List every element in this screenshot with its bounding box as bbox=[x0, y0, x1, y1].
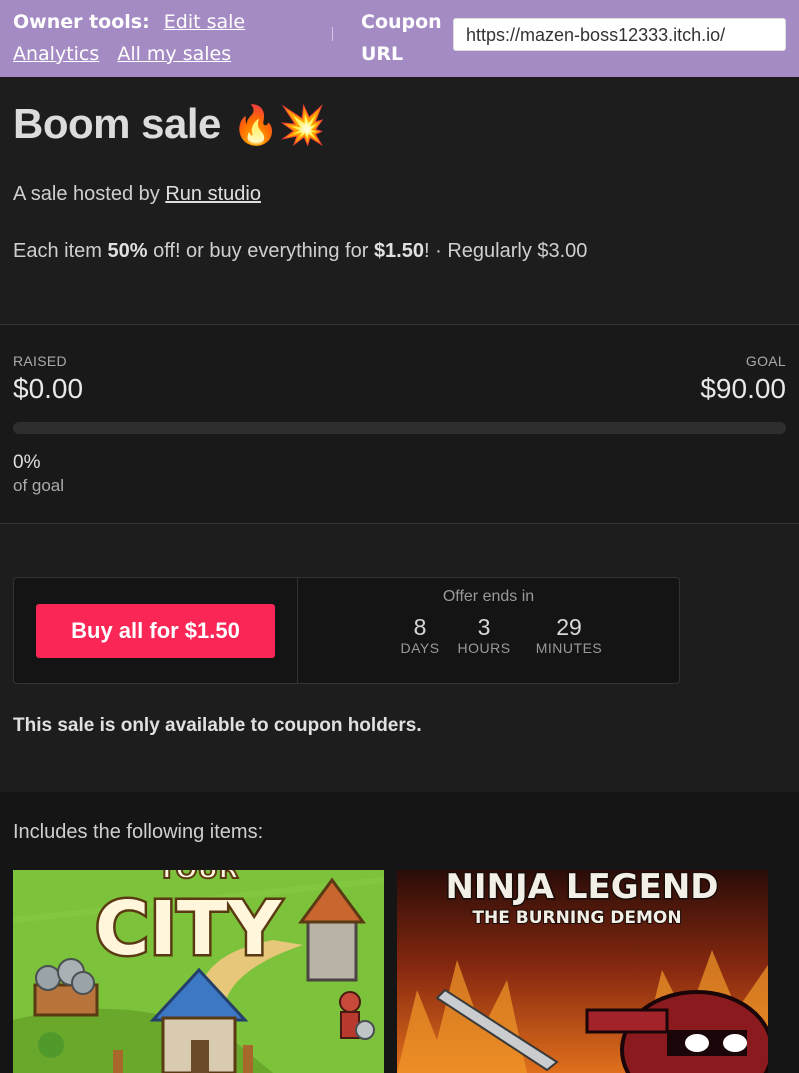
ninja-legend-cover-image: NINJA LEGEND THE BURNING DEMON bbox=[397, 870, 768, 1073]
host-link[interactable]: Run studio bbox=[165, 183, 261, 205]
countdown-minutes: 29 MINUTES bbox=[520, 614, 618, 656]
bundle-price: $1.50 bbox=[373, 240, 424, 262]
city-title-text: CITY bbox=[95, 886, 282, 972]
buy-button-cell: Buy all for $1.50 bbox=[14, 578, 298, 683]
countdown-minutes-value: 29 bbox=[556, 614, 582, 640]
owner-bar-divider bbox=[332, 27, 333, 41]
sale-title-text: Boom sale bbox=[13, 100, 221, 147]
ninja-subtitle-text: THE BURNING DEMON bbox=[472, 908, 681, 928]
all-my-sales-link[interactable]: All my sales bbox=[117, 43, 231, 65]
buy-panel: Buy all for $1.50 Offer ends in 8 DAYS 3… bbox=[13, 577, 680, 684]
included-items-heading: Includes the following items: bbox=[13, 821, 264, 843]
sale-host-line: A sale hosted by Run studio bbox=[13, 183, 261, 206]
ninja-title-text: NINJA LEGEND bbox=[445, 870, 718, 907]
analytics-link[interactable]: Analytics bbox=[13, 43, 99, 65]
countdown-days-value: 8 bbox=[413, 614, 427, 640]
city-top-text: YOUR bbox=[156, 870, 238, 885]
raised-amount: $0.00 bbox=[13, 373, 84, 404]
coupon-url-field[interactable]: https://mazen-boss12333.itch.io/ bbox=[453, 18, 786, 51]
countdown-hours-value: 3 bbox=[477, 614, 491, 640]
buy-all-button[interactable]: Buy all for $1.50 bbox=[36, 604, 275, 658]
fire-explosion-emoji-icon: 🔥💥 bbox=[232, 105, 326, 147]
city-game-cover-image: YOUR CITY bbox=[13, 870, 384, 1073]
pricing-prefix: Each item bbox=[13, 240, 108, 262]
countdown-days: 8 DAYS bbox=[398, 614, 442, 656]
goal-amount: $90.00 bbox=[700, 373, 786, 404]
countdown-hours-unit: HOURS bbox=[457, 640, 511, 656]
item-thumbnail-city[interactable]: YOUR CITY bbox=[13, 870, 384, 1073]
discount-percent: 50% bbox=[107, 240, 148, 262]
owner-tools: Owner tools: Edit sale Analytics All my … bbox=[13, 6, 313, 70]
funding-goal-panel: RAISED GOAL $0.00 $90.00 0% of goal bbox=[0, 324, 799, 524]
hosted-by-prefix: A sale hosted by bbox=[13, 183, 166, 205]
included-items-section: Includes the following items: YOUR CITY bbox=[0, 792, 799, 1073]
owner-tools-bar: Owner tools: Edit sale Analytics All my … bbox=[0, 0, 799, 77]
owner-tools-label: Owner tools: bbox=[13, 11, 150, 33]
edit-sale-link[interactable]: Edit sale bbox=[164, 11, 245, 33]
countdown-days-unit: DAYS bbox=[400, 640, 440, 656]
pricing-suffix: ! · Regularly $3.00 bbox=[424, 240, 588, 262]
of-goal-label: of goal bbox=[13, 476, 65, 495]
goal-progress-bar bbox=[13, 422, 786, 434]
item-thumbnail-ninja-legend[interactable]: NINJA LEGEND THE BURNING DEMON bbox=[397, 870, 768, 1073]
coupon-holders-notice: This sale is only available to coupon ho… bbox=[13, 715, 422, 736]
offer-countdown: Offer ends in 8 DAYS 3 HOURS 29 MINUTES bbox=[298, 578, 679, 683]
countdown-hours: 3 HOURS bbox=[452, 614, 516, 656]
offer-ends-label: Offer ends in bbox=[442, 588, 535, 605]
countdown-minutes-unit: MINUTES bbox=[535, 640, 603, 656]
pricing-mid: off! or buy everything for bbox=[147, 240, 374, 262]
raised-label: RAISED bbox=[13, 353, 67, 369]
goal-percent: 0% bbox=[13, 452, 41, 473]
sale-title: Boom sale 🔥💥 bbox=[13, 100, 326, 148]
goal-label: GOAL bbox=[745, 353, 786, 369]
coupon-url-label: Coupon URL bbox=[361, 11, 442, 65]
sale-pricing-line: Each item 50% off! or buy everything for… bbox=[13, 240, 587, 263]
